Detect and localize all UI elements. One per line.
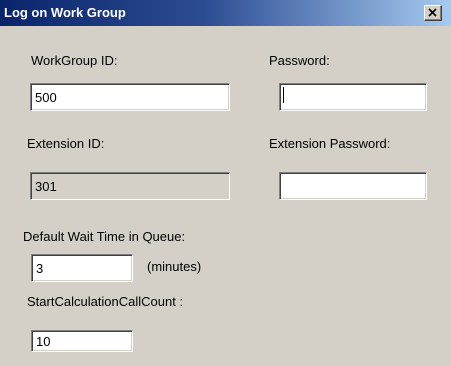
log-on-work-group-dialog: Log on Work Group WorkGroup ID: Password…: [0, 0, 451, 366]
password-input[interactable]: [279, 83, 427, 111]
extension-id-input: [30, 172, 230, 200]
text-caret: [283, 87, 284, 103]
call-count-input[interactable]: [31, 330, 133, 352]
wait-time-input[interactable]: [31, 254, 133, 282]
wait-time-unit-label: (minutes): [147, 259, 202, 274]
close-icon: [428, 8, 437, 17]
title-bar[interactable]: Log on Work Group: [0, 0, 451, 26]
window-title: Log on Work Group: [4, 5, 126, 20]
call-count-label: StartCalculationCallCount :: [27, 294, 184, 309]
workgroup-id-label: WorkGroup ID:: [31, 53, 118, 68]
extension-id-label: Extension ID:: [27, 136, 105, 151]
close-button[interactable]: [424, 5, 442, 21]
extension-password-label: Extension Password:: [269, 136, 391, 151]
password-label: Password:: [269, 53, 330, 68]
wait-time-label: Default Wait Time in Queue:: [23, 229, 186, 244]
workgroup-id-input[interactable]: [30, 83, 230, 111]
extension-password-input[interactable]: [279, 172, 427, 200]
